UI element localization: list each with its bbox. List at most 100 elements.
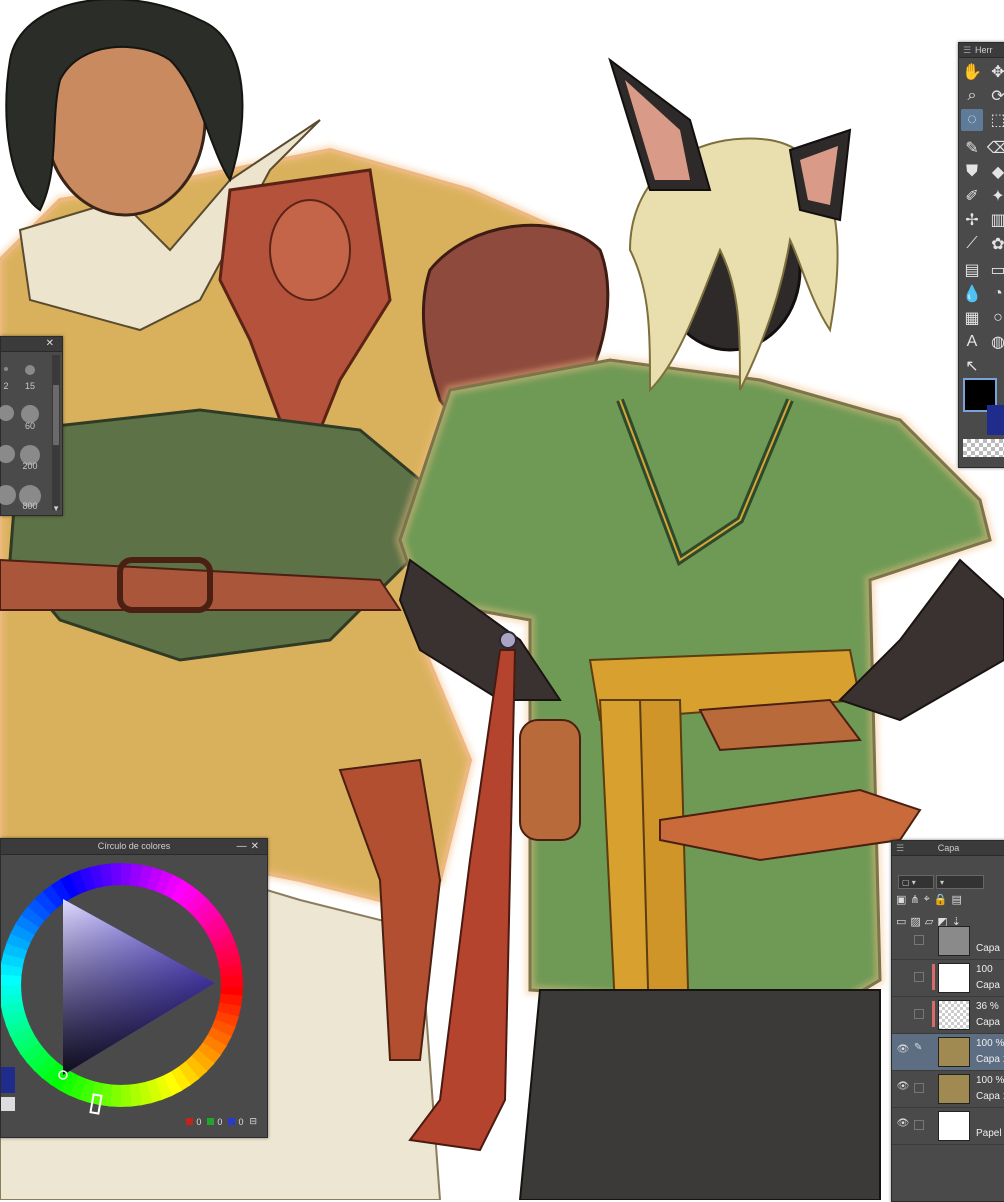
brush-size-dot xyxy=(0,445,15,463)
lock-icon[interactable]: 🔒 xyxy=(934,893,948,906)
color-panel-titlebar[interactable]: Círculo de colores —✕ xyxy=(1,839,267,855)
sub-color-swatch[interactable] xyxy=(987,405,1004,435)
layer-name: Capa 1 xyxy=(976,1054,1004,1065)
hue-ring-segment[interactable] xyxy=(220,974,243,988)
decoration-tool-icon[interactable]: ✿ xyxy=(987,233,1004,255)
layer-panel-titlebar[interactable]: ☰ Capa xyxy=(892,841,1004,856)
layer-property-icon[interactable]: ▣ xyxy=(896,893,906,906)
ruler-tool-icon[interactable]: ▥ xyxy=(987,209,1004,231)
brush-size-cell[interactable] xyxy=(0,475,17,513)
layer-lock-box[interactable] xyxy=(914,1083,924,1093)
blue-channel-icon xyxy=(228,1117,236,1125)
layer-panel: ☰ Capa ▢ ▾ ▾ ▣ ⋔ ⌖ 🔒 ▤ ▭ ▨ ▱ ◩ ⇣ Capa 10… xyxy=(891,840,1004,1202)
zoom-tool-icon[interactable]: ⌕ xyxy=(961,85,983,107)
layer-name: Capa 1 xyxy=(976,1091,1004,1102)
eye-icon[interactable]: 👁 xyxy=(896,1118,910,1129)
brush-panel-titlebar[interactable]: ✕ xyxy=(1,337,62,352)
reference-icon[interactable]: ⌖ xyxy=(924,893,930,906)
text-alt-tool-icon[interactable]: ◍ xyxy=(987,331,1004,353)
sub-color-preview[interactable] xyxy=(1,1067,15,1093)
ink-drop-tool-icon[interactable]: 💧 xyxy=(961,283,983,305)
eraser-tool-icon[interactable]: ⌫ xyxy=(987,137,1004,159)
layer-opacity: 100 % xyxy=(976,1038,1004,1049)
rotate-tool-icon[interactable]: ⟳ xyxy=(987,85,1004,107)
close-icon[interactable]: ✕ xyxy=(251,841,263,852)
tools-panel-titlebar[interactable]: ☰ Herr xyxy=(959,43,1004,58)
brush-size-label: 2 xyxy=(3,381,9,391)
eye-icon[interactable]: 👁 xyxy=(896,1081,910,1092)
color-wheel[interactable] xyxy=(0,855,267,1137)
scrollbar-thumb[interactable] xyxy=(53,385,59,445)
layer-color-mark xyxy=(932,964,935,990)
layer-opacity: 100 xyxy=(976,964,993,975)
layer-panel-title: Capa xyxy=(937,843,960,853)
object-tool-icon[interactable]: ↖ xyxy=(961,355,983,377)
layer-color-mark xyxy=(932,1001,935,1027)
layer-thumbnail xyxy=(938,926,970,956)
layer-opacity: 36 % xyxy=(976,1001,999,1012)
layer-color-dropdown[interactable]: ▢ ▾ xyxy=(898,875,934,889)
figure-tool-icon[interactable]: ▭ xyxy=(987,259,1004,281)
move-tool-icon[interactable]: ✢ xyxy=(961,209,983,231)
brush-size-label: 800 xyxy=(22,501,38,511)
brush-tool-icon[interactable]: ✐ xyxy=(961,185,983,207)
brush-size-cell[interactable]: 2 xyxy=(0,355,17,393)
brush-size-dot xyxy=(0,485,16,505)
hand-tool-icon[interactable]: ✋ xyxy=(961,61,983,83)
scroll-down-icon[interactable]: ▼ xyxy=(52,504,60,513)
pen-tool-icon[interactable]: ✎ xyxy=(961,137,983,159)
close-icon[interactable]: ✕ xyxy=(46,337,58,351)
fill-tool-icon[interactable]: ⛊ xyxy=(961,161,983,183)
airbrush-tool-icon[interactable]: ✦ xyxy=(987,185,1004,207)
color-panel-title: Círculo de colores xyxy=(97,841,171,851)
layer-opacity: 100 % xyxy=(976,1075,1004,1086)
brush-size-dot xyxy=(25,365,35,375)
color-settings-icon[interactable]: ⊟ xyxy=(249,1116,257,1127)
green-channel-icon xyxy=(207,1117,215,1125)
layer-row[interactable]: 👁 100 % Capa 1 xyxy=(892,1071,1004,1108)
blue-value: 0 xyxy=(238,1116,244,1127)
layer-row[interactable]: 100 Capa xyxy=(892,960,1004,997)
brush-size-cell[interactable]: 800 xyxy=(19,475,41,513)
minimize-icon[interactable]: — xyxy=(237,841,251,852)
layer-lock-box[interactable] xyxy=(914,1009,924,1019)
eyedropper-tool-icon[interactable]: ⟋ xyxy=(961,233,983,255)
lock-alpha-icon[interactable]: ▤ xyxy=(952,893,962,906)
brush-size-cell[interactable]: 60 xyxy=(19,395,41,433)
layer-thumbnail xyxy=(938,1111,970,1141)
frame-tool-icon[interactable]: ▦ xyxy=(961,307,983,329)
layer-name: Papel xyxy=(976,1128,1002,1139)
shape-tool-icon[interactable]: ○ xyxy=(987,307,1004,329)
brush-size-cell[interactable] xyxy=(0,395,17,433)
brush-size-cell[interactable] xyxy=(0,435,17,473)
transparent-color-swatch[interactable] xyxy=(963,439,1004,457)
color-circle-panel: Círculo de colores —✕ 0 0 0 ⊟ xyxy=(0,838,268,1138)
brush-size-cell[interactable]: 15 xyxy=(19,355,41,393)
eye-icon[interactable]: 👁 xyxy=(896,1044,910,1055)
layer-row-selected[interactable]: 👁 ✎ 100 % Capa 1 xyxy=(892,1034,1004,1071)
brush-size-dot xyxy=(0,405,14,421)
transparent-preview[interactable] xyxy=(1,1097,15,1111)
layer-lock-box[interactable] xyxy=(914,1120,924,1130)
green-value: 0 xyxy=(217,1116,223,1127)
tools-panel: ☰ Herr ✋ ✥ ⌕ ⟳ ◌ ⬚ ✎ ⌫ ⛊ ◆ ✐ ✦ ✢ ▥ ⟋ ✿ ▤… xyxy=(958,42,1004,468)
text-tool-icon[interactable]: A xyxy=(961,331,983,353)
brush-size-cell[interactable]: 200 xyxy=(19,435,41,473)
layer-thumbnail xyxy=(938,963,970,993)
layer-row[interactable]: 👁 Papel xyxy=(892,1108,1004,1145)
blend-tool-icon[interactable]: ◆ xyxy=(987,161,1004,183)
layer-lock-box[interactable] xyxy=(914,972,924,982)
balloon-tool-icon[interactable]: ◔ xyxy=(987,283,1004,305)
brush-size-label: 200 xyxy=(22,461,38,471)
brush-panel-scrollbar[interactable] xyxy=(52,355,60,510)
gradient-tool-icon[interactable]: ▤ xyxy=(961,259,983,281)
clip-icon[interactable]: ⋔ xyxy=(910,893,919,906)
selection-tool-icon[interactable]: ⬚ xyxy=(987,109,1004,131)
layer-lock-box[interactable] xyxy=(914,935,924,945)
blend-mode-dropdown[interactable]: ▾ xyxy=(936,875,984,889)
panel-window-buttons[interactable]: —✕ xyxy=(237,839,263,854)
layer-row[interactable]: Capa xyxy=(892,923,1004,960)
layer-row[interactable]: 36 % Capa xyxy=(892,997,1004,1034)
move-layer-tool-icon[interactable]: ✥ xyxy=(987,61,1004,83)
lasso-tool-icon[interactable]: ◌ xyxy=(961,109,983,131)
